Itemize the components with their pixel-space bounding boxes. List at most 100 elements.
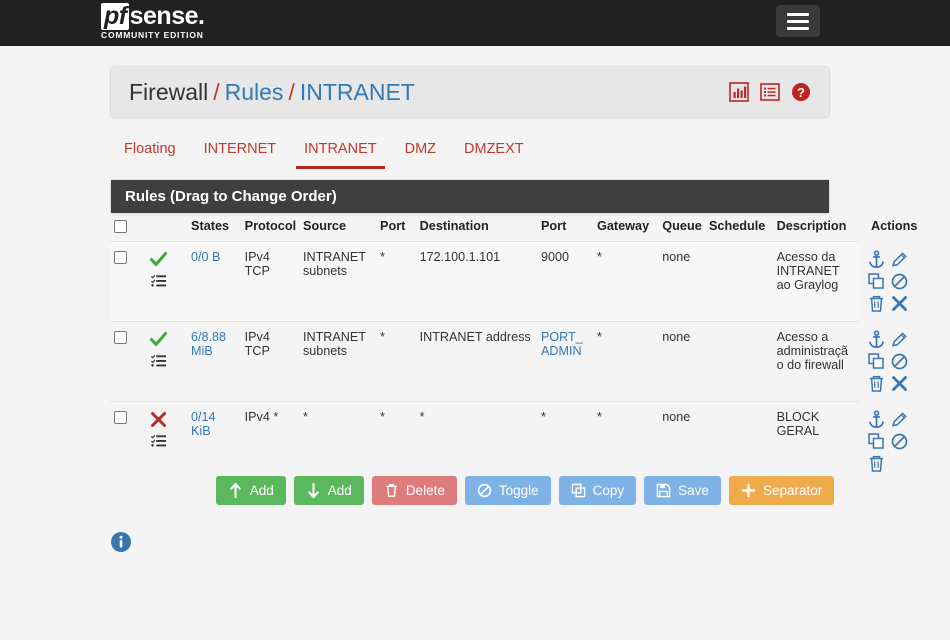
copy-icon xyxy=(571,483,585,498)
header-schedule: Schedule xyxy=(708,219,766,233)
hamburger-icon[interactable] xyxy=(776,5,820,37)
header-destination: Destination xyxy=(419,219,489,233)
header-queue: Queue xyxy=(662,219,702,233)
row-action-cell xyxy=(145,241,187,322)
table-row[interactable]: 0/14 KiB IPv4 * * * * * * none BLOCK GERAL xyxy=(110,401,950,482)
header-actions: Actions xyxy=(870,219,918,233)
header-action xyxy=(145,212,187,242)
svg-text:?: ? xyxy=(797,85,805,100)
red-x-icon[interactable] xyxy=(149,410,168,429)
green-check-icon[interactable] xyxy=(149,250,168,269)
disable-icon[interactable] xyxy=(890,432,909,451)
table-header-row: States Protocol Source Port Destination … xyxy=(110,212,950,242)
row-gateway-cell: * xyxy=(592,241,659,322)
disable-icon[interactable] xyxy=(890,272,909,291)
select-all-checkbox[interactable] xyxy=(114,220,127,233)
tasks-list-icon[interactable] xyxy=(149,432,168,448)
tab-dmz[interactable]: DMZ xyxy=(391,135,450,169)
row-checkbox[interactable] xyxy=(114,411,127,424)
row-select-cell xyxy=(110,401,145,481)
breadcrumb-icons: ? xyxy=(729,82,811,102)
breadcrumb-rules-link[interactable]: Rules xyxy=(225,79,284,105)
table-row[interactable]: 6/8.88 MiB IPv4 TCP INTRANET subnets * INTRA… xyxy=(110,321,950,402)
tab-floating[interactable]: Floating xyxy=(110,135,190,169)
row-destination-port-cell: PORT_ADMIN xyxy=(536,321,593,402)
delete-trash-icon[interactable] xyxy=(867,294,886,313)
green-check-icon[interactable] xyxy=(149,330,168,349)
delete-trash-icon[interactable] xyxy=(867,374,886,393)
legend-info-bar xyxy=(110,531,940,553)
row-checkbox[interactable] xyxy=(114,251,127,264)
states-link[interactable]: 0/0 B xyxy=(191,250,220,264)
copy-icon[interactable] xyxy=(867,432,886,451)
row-action-cell xyxy=(145,321,187,402)
row-queue-cell: none xyxy=(658,321,705,402)
tab-dmzext[interactable]: DMZEXT xyxy=(450,135,538,169)
trash-icon xyxy=(386,484,397,497)
row-gateway-cell: * xyxy=(592,401,659,481)
log-list-icon[interactable] xyxy=(760,82,780,102)
breadcrumb-intranet-link[interactable]: INTRANET xyxy=(300,79,415,105)
copy-label: Copy xyxy=(592,482,625,498)
header-protocol: Protocol xyxy=(244,219,297,233)
row-gateway-cell: * xyxy=(592,321,659,402)
hamburger-bar xyxy=(787,26,809,30)
remove-x-icon[interactable] xyxy=(890,374,909,393)
states-link[interactable]: 0/14 KiB xyxy=(191,410,216,438)
disable-icon[interactable] xyxy=(890,352,909,371)
edit-pencil-icon[interactable] xyxy=(890,330,909,349)
anchor-icon[interactable] xyxy=(867,330,886,349)
table-row[interactable]: 0/0 B IPv4 TCP INTRANET subnets * 172.100.1.… xyxy=(110,241,950,322)
delete-trash-icon[interactable] xyxy=(867,454,886,473)
plus-icon xyxy=(741,483,756,498)
row-select-cell xyxy=(110,241,145,322)
copy-icon[interactable] xyxy=(867,352,886,371)
hamburger-bar xyxy=(787,12,809,16)
row-states-cell: 0/0 B xyxy=(187,241,241,322)
brand-subtitle: COMMUNITY EDITION xyxy=(101,30,204,40)
row-source-cell: * xyxy=(298,401,376,481)
chart-bar-icon[interactable] xyxy=(729,82,749,102)
tab-internet[interactable]: INTERNET xyxy=(190,135,291,169)
brand-pf-mark: pf xyxy=(101,3,129,30)
arrow-up-icon xyxy=(230,483,241,498)
edit-pencil-icon[interactable] xyxy=(890,250,909,269)
header-description: Description xyxy=(776,219,847,233)
destination-port-value: 9000 xyxy=(540,250,569,264)
info-circle-icon[interactable] xyxy=(110,531,132,553)
row-actions-cell xyxy=(859,322,950,402)
row-actions-cell xyxy=(859,402,950,482)
rules-panel-title: Rules (Drag to Change Order) xyxy=(111,180,829,213)
copy-icon[interactable] xyxy=(867,272,886,291)
toggle-label: Toggle xyxy=(498,482,539,498)
row-destination-port-cell: 9000 xyxy=(536,241,593,322)
arrow-down-icon xyxy=(308,483,319,498)
header-states: States xyxy=(191,219,230,233)
save-disk-icon xyxy=(656,483,671,498)
tab-intranet[interactable]: INTRANET xyxy=(290,135,391,169)
destination-port-link[interactable]: PORT_ADMIN xyxy=(541,330,583,358)
tasks-list-icon[interactable] xyxy=(149,272,168,288)
tasks-list-icon[interactable] xyxy=(149,352,168,368)
anchor-icon[interactable] xyxy=(867,410,886,429)
row-checkbox[interactable] xyxy=(114,331,127,344)
brand-sense-text: sense. xyxy=(129,2,205,30)
edit-pencil-icon[interactable] xyxy=(890,410,909,429)
top-navbar: pf sense. COMMUNITY EDITION xyxy=(0,0,950,46)
row-destination-cell: INTRANET address xyxy=(415,321,537,402)
row-description-cell: BLOCK GERAL xyxy=(772,401,859,481)
pfsense-logo: pf sense. COMMUNITY EDITION xyxy=(101,3,221,45)
header-select-all xyxy=(110,212,145,242)
save-label: Save xyxy=(678,482,709,498)
hamburger-bar xyxy=(787,19,809,23)
rules-table-body: 0/0 B IPv4 TCP INTRANET subnets * 172.100.1.… xyxy=(110,241,950,482)
breadcrumb: Firewall / Rules / INTRANET xyxy=(129,79,415,106)
states-link[interactable]: 6/8.88 MiB xyxy=(191,330,226,358)
row-protocol-cell: IPv4 * xyxy=(240,401,299,481)
row-destination-cell: 172.100.1.101 xyxy=(415,241,537,322)
help-circle-icon[interactable]: ? xyxy=(791,82,811,102)
row-schedule-cell xyxy=(704,241,773,322)
remove-x-icon[interactable] xyxy=(890,294,909,313)
breadcrumb-separator: / xyxy=(213,78,220,105)
anchor-icon[interactable] xyxy=(867,250,886,269)
